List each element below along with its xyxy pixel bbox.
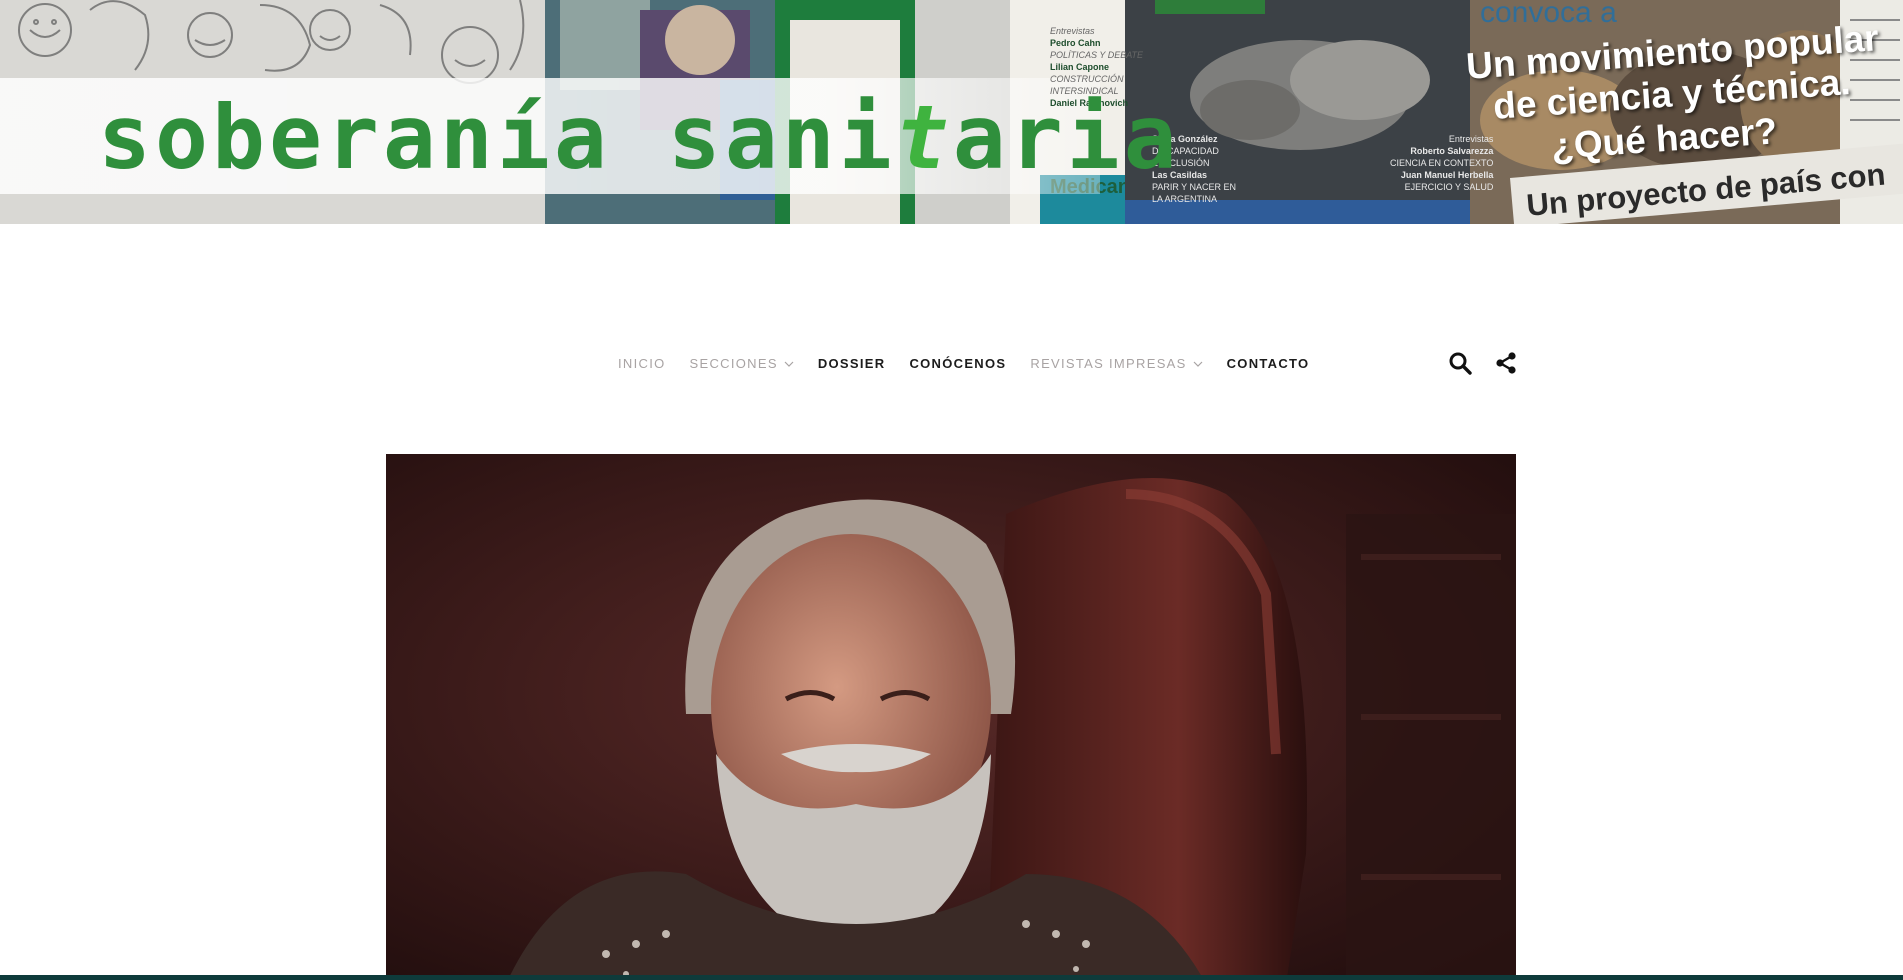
nav-item-label: CONÓCENOS [909, 356, 1007, 371]
nav-item-conocenos[interactable]: CONÓCENOS [909, 349, 1006, 379]
nav-item-label: CONTACTO [1226, 356, 1310, 371]
page: Medican convoca a Entrevistas Ped [0, 0, 1903, 975]
nav-item-inicio[interactable]: INICIO [618, 349, 666, 379]
featured-image[interactable] [386, 454, 1516, 975]
site-logo[interactable]: soberanía sanitaria [98, 82, 1181, 194]
nav-item-revistas-impresas[interactable]: REVISTAS IMPRESAS [1030, 349, 1203, 379]
chevron-down-icon [1193, 361, 1203, 367]
logo-text-part1: soberanía sani [98, 86, 896, 189]
nav-item-label: REVISTAS IMPRESAS [1030, 356, 1187, 371]
search-icon[interactable] [1448, 351, 1472, 375]
nav-item-contacto[interactable]: CONTACTO [1227, 349, 1310, 379]
nav-item-secciones[interactable]: SECCIONES [690, 349, 794, 379]
nav-item-label: SECCIONES [689, 356, 778, 371]
cover-credits-right: Entrevistas Roberto Salvarezza CIENCIA E… [1390, 134, 1494, 192]
svg-text:convoca a: convoca a [1480, 0, 1617, 29]
nav-menu: INICIO SECCIONES DOSSIER CONÓCENOS REVIS… [618, 349, 1309, 379]
nav-item-label: DOSSIER [817, 356, 886, 371]
nav-item-dossier[interactable]: DOSSIER [818, 349, 886, 379]
nav-item-label: INICIO [618, 356, 666, 371]
main-navigation: INICIO SECCIONES DOSSIER CONÓCENOS REVIS… [0, 349, 1903, 379]
share-icon[interactable] [1494, 351, 1518, 375]
header-banner: Medican convoca a Entrevistas Ped [0, 0, 1903, 224]
nav-icon-group [1448, 351, 1518, 375]
portrait-photo [386, 454, 1516, 975]
logo-text-accent: t [895, 86, 953, 189]
chevron-down-icon [784, 361, 794, 367]
logo-text-part2: aria [952, 86, 1181, 189]
